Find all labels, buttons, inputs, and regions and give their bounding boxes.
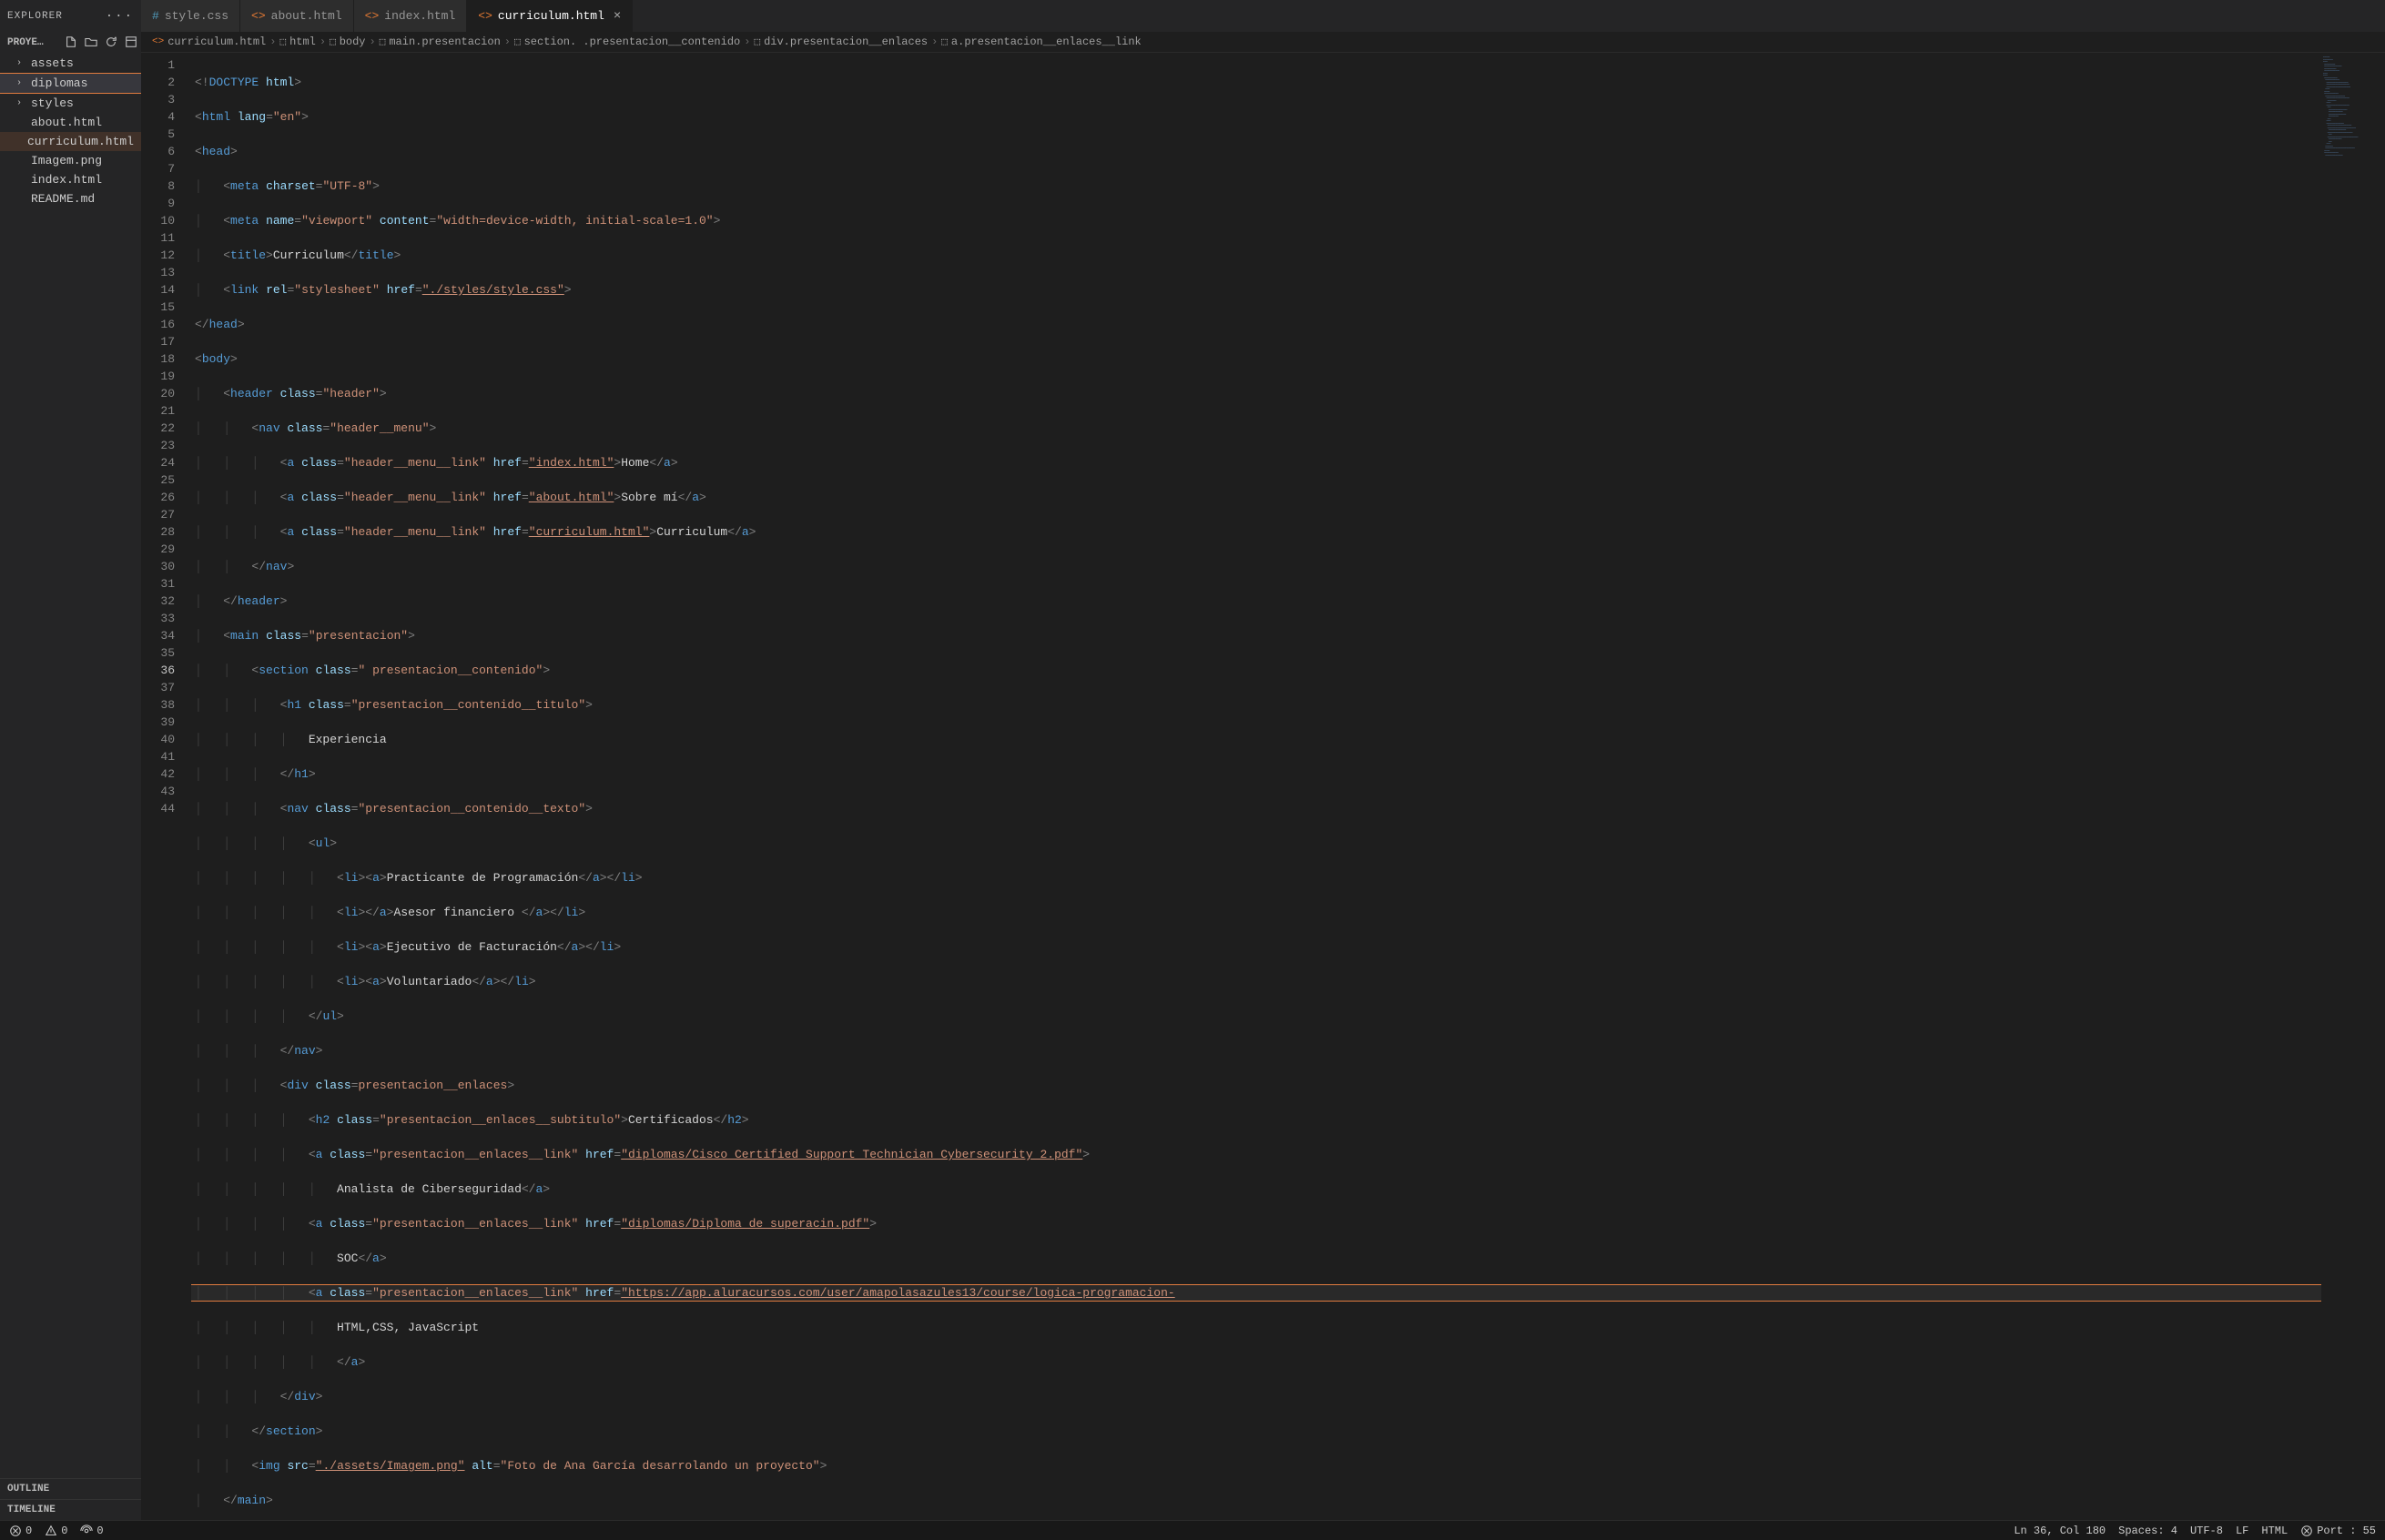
file-curriculum-html[interactable]: curriculum.html [0,132,141,151]
code-content[interactable]: <!DOCTYPE html> <html lang="en"> <head> … [191,53,2321,1520]
file-about-html[interactable]: about.html [0,113,141,132]
chevron-right-icon: › [16,98,25,108]
status-warnings[interactable]: 0 [45,1525,67,1537]
breadcrumb-div[interactable]: ⬚div.presentacion__enlaces [754,35,928,48]
breadcrumb-file[interactable]: <>curriculum.html [152,35,266,48]
breadcrumb-body[interactable]: ⬚body [330,35,365,48]
html-icon: <> [251,9,266,23]
explorer-title: EXPLORER [7,11,63,22]
chevron-right-icon: › [16,78,25,88]
status-port[interactable]: Port : 55 [2300,1525,2376,1537]
chevron-right-icon: › [504,35,511,48]
tag-icon: ⬚ [754,35,760,48]
explorer-more-icon[interactable]: ··· [106,9,134,24]
chevron-right-icon: › [370,35,376,48]
html-icon: <> [365,9,380,23]
close-icon[interactable]: × [614,9,621,24]
breadcrumb-section[interactable]: ⬚section. .presentacion__contenido [514,35,740,48]
project-header[interactable]: PROYE… [0,32,141,54]
breadcrumbs: <>curriculum.html › ⬚html › ⬚body › ⬚mai… [141,32,2385,53]
tag-icon: ⬚ [380,35,386,48]
html-icon: <> [152,36,164,47]
folder-assets[interactable]: ›assets [0,54,141,73]
tab-label: about.html [271,9,342,23]
html-icon: <> [478,9,492,23]
tab-label: style.css [165,9,228,23]
editor-body[interactable]: 1234567891011121314151617181920212223242… [141,53,2385,1520]
tag-icon: ⬚ [279,35,286,48]
file-tree: ›assets ›diplomas ›styles about.html cur… [0,54,141,1478]
chevron-right-icon: › [269,35,276,48]
editor-area: <>curriculum.html › ⬚html › ⬚body › ⬚mai… [141,32,2385,1520]
status-spaces[interactable]: Spaces: 4 [2118,1525,2177,1537]
refresh-icon[interactable] [105,35,117,50]
breadcrumb-a[interactable]: ⬚a.presentacion__enlaces__link [941,35,1141,48]
tab-style-css[interactable]: # style.css [141,0,240,32]
project-name: PROYE… [7,37,44,48]
folder-styles[interactable]: ›styles [0,94,141,113]
tab-label: index.html [384,9,455,23]
tag-icon: ⬚ [514,35,521,48]
tab-label: curriculum.html [498,9,604,23]
chevron-right-icon: › [931,35,938,48]
editor-tabs: # style.css <> about.html <> index.html … [141,0,2385,32]
status-ports[interactable]: 0 [80,1525,103,1537]
status-errors[interactable]: 0 [9,1525,32,1537]
new-file-icon[interactable] [65,35,77,50]
minimap[interactable]: ▬▬▬▬▬▬ ▬▬▬▬▬▬▬▬▬ ▬▬▬▬ ▬▬▬▬▬▬▬▬▬▬ ▬▬▬▬▬▬▬… [2321,53,2385,1520]
collapse-icon[interactable] [125,35,137,50]
status-language[interactable]: HTML [2261,1525,2288,1537]
chevron-right-icon: › [16,58,25,68]
tag-icon: ⬚ [330,35,336,48]
chevron-right-icon: › [744,35,750,48]
tab-about-html[interactable]: <> about.html [240,0,354,32]
status-encoding[interactable]: UTF-8 [2190,1525,2223,1537]
outline-panel[interactable]: OUTLINE [0,1478,141,1499]
tag-icon: ⬚ [941,35,948,48]
explorer-header: EXPLORER ··· [0,0,141,32]
breadcrumb-main[interactable]: ⬚main.presentacion [380,35,501,48]
status-eol[interactable]: LF [2236,1525,2248,1537]
chevron-right-icon: › [320,35,326,48]
sidebar: PROYE… ›assets ›diplomas ›styles about.h… [0,32,141,1520]
file-imagem-png[interactable]: Imagem.png [0,151,141,170]
file-index-html[interactable]: index.html [0,170,141,189]
new-folder-icon[interactable] [85,35,97,50]
line-gutter: 1234567891011121314151617181920212223242… [141,53,191,1520]
status-cursor[interactable]: Ln 36, Col 180 [2014,1525,2106,1537]
file-readme-md[interactable]: README.md [0,189,141,208]
tab-curriculum-html[interactable]: <> curriculum.html × [467,0,633,32]
folder-diplomas[interactable]: ›diplomas [0,73,141,94]
breadcrumb-html[interactable]: ⬚html [279,35,315,48]
tab-index-html[interactable]: <> index.html [354,0,468,32]
timeline-panel[interactable]: TIMELINE [0,1499,141,1520]
css-icon: # [152,9,159,23]
statusbar: 0 0 0 Ln 36, Col 180 Spaces: 4 UTF-8 LF … [0,1520,2385,1540]
